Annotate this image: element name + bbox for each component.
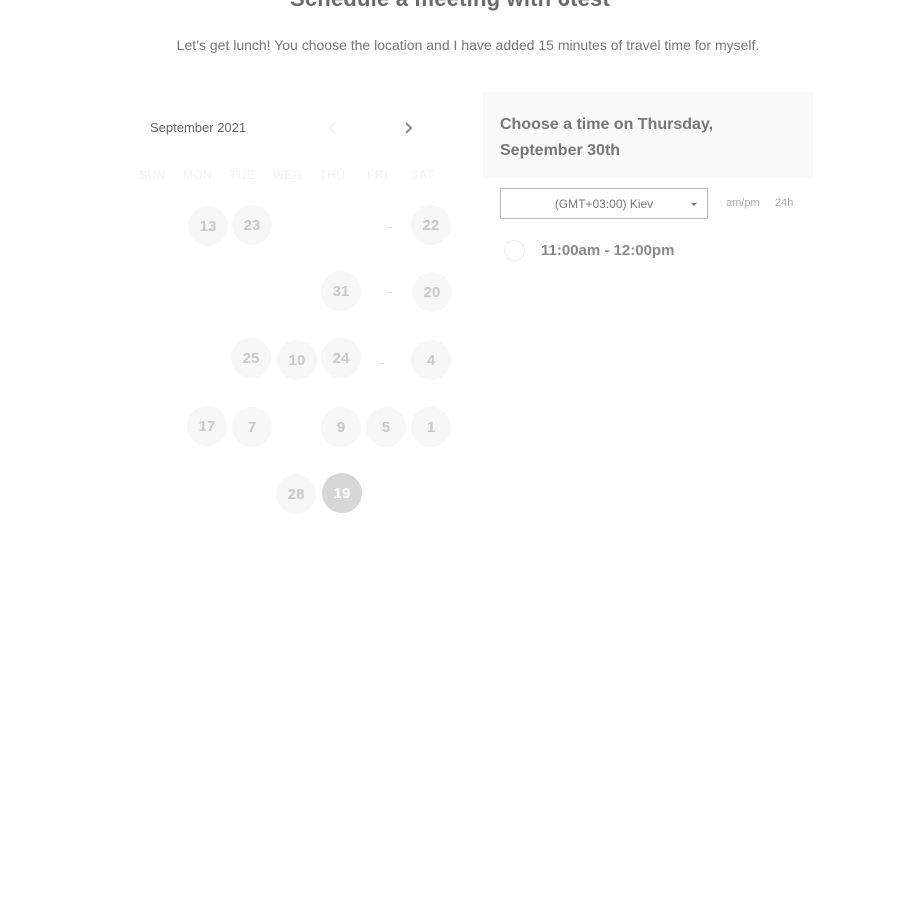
timezone-value: (GMT+03:00) Kiev — [554, 196, 654, 211]
caret-down-icon — [691, 203, 697, 206]
chevron-left-icon — [328, 122, 336, 134]
weekday-label: SAT — [410, 168, 435, 182]
weekday-row: SUN MON TUE WED THU FRI SAT — [130, 168, 460, 182]
timezone-select[interactable]: (GMT+03:00) Kiev — [500, 188, 708, 219]
calendar-day[interactable]: 7 — [232, 407, 272, 447]
calendar-day[interactable]: 23 — [232, 205, 272, 245]
calendar-day[interactable]: 22 — [411, 205, 451, 245]
format-ampm-toggle[interactable]: am/pm — [726, 197, 760, 209]
calendar-day[interactable]: 31 — [321, 271, 361, 311]
calendar-day[interactable]: 17 — [187, 406, 227, 446]
calendar: September 2021 SUN MON TUE WED THU FRI S… — [130, 110, 460, 530]
calendar-day[interactable]: 20 — [412, 272, 452, 312]
chevron-right-icon — [405, 122, 413, 134]
calendar-day[interactable]: 4 — [411, 340, 451, 380]
weekday-label: TUE — [229, 168, 256, 182]
weekday-label: FRI — [367, 168, 388, 182]
calendar-day[interactable]: 9 — [321, 407, 361, 447]
weekday-label: THU — [319, 168, 346, 182]
day-placeholder-dot — [389, 292, 392, 293]
weekday-label: MON — [182, 168, 213, 182]
calendar-day-selected[interactable]: 19 — [322, 473, 362, 513]
time-slot-label: 11:00am - 12:00pm — [541, 242, 675, 259]
calendar-day[interactable]: 10 — [277, 340, 317, 380]
weekday-label: WED — [272, 168, 303, 182]
next-month-button[interactable] — [398, 118, 418, 138]
scheduling-page: Schedule a meeting with 6test Let’s get … — [0, 0, 900, 900]
time-panel-header: Choose a time on Thursday, September 30t… — [483, 92, 813, 178]
calendar-day[interactable]: 25 — [231, 338, 271, 378]
calendar-day[interactable]: 1 — [411, 407, 451, 447]
calendar-month-label: September 2021 — [150, 120, 247, 135]
calendar-day[interactable]: 24 — [321, 338, 361, 378]
time-panel-title: Choose a time on Thursday, September 30t… — [500, 116, 714, 159]
calendar-day[interactable]: 13 — [188, 206, 228, 246]
page-title: Schedule a meeting with 6test — [0, 0, 900, 12]
time-slot[interactable]: 11:00am - 12:00pm — [504, 240, 674, 261]
day-placeholder-dot — [381, 363, 384, 364]
weekday-label: SUN — [139, 168, 166, 182]
format-24h-toggle[interactable]: 24h — [775, 197, 793, 209]
page-subtitle: Let’s get lunch! You choose the location… — [176, 37, 760, 53]
prev-month-button[interactable] — [323, 118, 343, 138]
radio-button[interactable] — [504, 240, 525, 261]
calendar-day[interactable]: 28 — [276, 474, 316, 514]
calendar-day[interactable]: 5 — [366, 407, 406, 447]
day-placeholder-dot — [389, 227, 392, 228]
